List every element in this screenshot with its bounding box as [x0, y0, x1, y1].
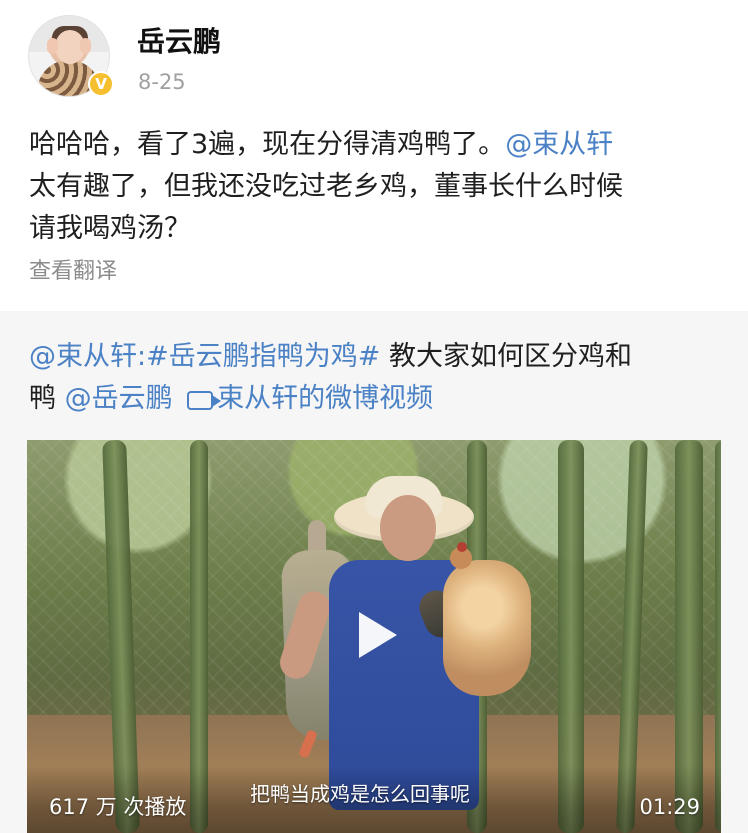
repost-target-mention[interactable]: @岳云鹏 — [65, 383, 173, 414]
avatar-hand-left — [47, 38, 58, 54]
post-header: V 岳云鹏 8-25 — [0, 0, 748, 120]
post-line-1-text: 哈哈哈，看了3遍，现在分得清鸡鸭了。 — [29, 129, 506, 160]
video-thumbnail[interactable]: 617 万 次播放 把鸭当成鸡是怎么回事呢 01:29 — [27, 440, 721, 833]
verified-badge-icon: V — [88, 71, 114, 97]
chicken-comb — [457, 542, 467, 552]
username[interactable]: 岳云鹏 — [137, 25, 221, 59]
video-subtitle: 把鸭当成鸡是怎么回事呢 — [250, 782, 470, 806]
video-link[interactable]: 束从轩的微博视频 — [217, 383, 433, 414]
repost-text-line-2-prefix: 鸭 — [29, 383, 56, 414]
play-icon[interactable] — [349, 608, 403, 662]
video-icon — [187, 391, 222, 410]
repost-card[interactable]: @束从轩:#岳云鹏指鸭为鸡# 教大家如何区分鸡和 鸭 @岳云鹏 束从轩的微博视频… — [0, 311, 748, 833]
person-head — [380, 495, 436, 561]
repost-author-mention[interactable]: @束从轩 — [29, 341, 137, 372]
translate-link[interactable]: 查看翻译 — [29, 258, 117, 286]
mention-link[interactable]: @束从轩 — [505, 129, 613, 160]
post-date: 8-25 — [138, 70, 186, 94]
avatar-hand-right — [80, 38, 91, 54]
chicken — [443, 560, 531, 696]
post-line-2-text: 太有趣了，但我还没吃过老乡鸡，董事长什么时候 — [29, 171, 623, 202]
post-line-3-text: 请我喝鸡汤？ — [29, 213, 191, 244]
topic-link[interactable]: #岳云鹏指鸭为鸡# — [146, 341, 380, 372]
repost-text-line-1: 教大家如何区分鸡和 — [380, 341, 632, 372]
repost-content: @束从轩:#岳云鹏指鸭为鸡# 教大家如何区分鸡和 鸭 @岳云鹏 束从轩的微博视频 — [29, 336, 719, 420]
video-duration: 01:29 — [639, 795, 700, 819]
post-content: 哈哈哈，看了3遍，现在分得清鸡鸭了。@束从轩 太有趣了，但我还没吃过老乡鸡，董事… — [29, 124, 719, 250]
view-count: 617 万 次播放 — [49, 795, 187, 819]
repost-colon: : — [137, 341, 147, 372]
